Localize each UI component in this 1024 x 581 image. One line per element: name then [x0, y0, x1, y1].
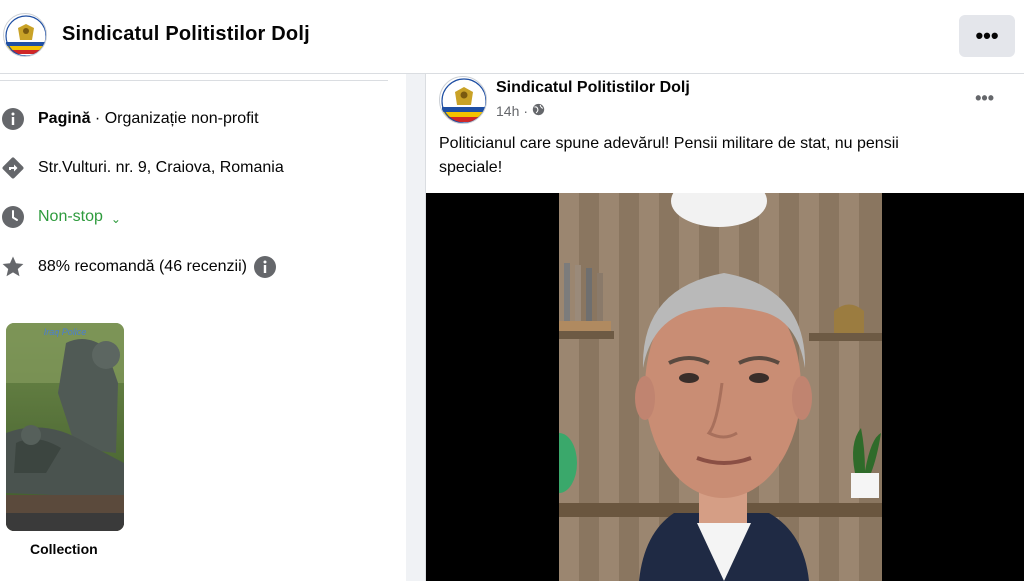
post-author-name[interactable]: Sindicatul Politistilor Dolj	[496, 79, 690, 97]
collection-label[interactable]: Collection	[30, 541, 98, 557]
category-row: Pagină · Organizație non-profit	[0, 105, 259, 133]
post-timestamp[interactable]: 14h	[496, 103, 519, 119]
hours-row[interactable]: Non-stop ⌄	[0, 203, 121, 231]
rating-info-icon[interactable]	[253, 255, 277, 279]
union-emblem-icon	[441, 78, 486, 123]
post-text: Politicianul care spune adevărul! Pensii…	[439, 135, 899, 176]
post-card: Sindicatul Politistilor Dolj 14h · ••• P…	[425, 74, 1024, 581]
address-text: Str.Vulturi. nr. 9, Craiova, Romania	[38, 159, 284, 176]
rating-text: 88% recomandă (46 recenzii)	[38, 258, 247, 275]
intro-panel: Pagină · Organizație non-profit Str.Vult…	[0, 74, 406, 581]
category-type: Pagină	[38, 110, 91, 127]
union-emblem-icon	[5, 15, 46, 56]
post-more-button[interactable]: •••	[975, 88, 994, 109]
video-frame	[559, 193, 882, 581]
meta-separator: ·	[523, 103, 529, 119]
rating-row: 88% recomandă (46 recenzii)	[0, 253, 277, 281]
collection-thumb-caption: Iraq Police	[44, 327, 87, 337]
address-row[interactable]: Str.Vulturi. nr. 9, Craiova, Romania	[0, 154, 284, 182]
post-meta: 14h ·	[496, 103, 545, 119]
directions-icon	[0, 155, 26, 181]
page-logo[interactable]	[3, 13, 47, 57]
info-circle-icon	[0, 106, 26, 132]
post-video[interactable]	[426, 193, 1024, 581]
chevron-down-icon[interactable]: ⌄	[111, 212, 121, 226]
collection-thumbnail[interactable]: Iraq Police	[6, 323, 124, 531]
post-author-avatar[interactable]	[439, 76, 487, 124]
divider	[0, 80, 388, 81]
page-header: Sindicatul Politistilor Dolj •••	[0, 0, 1024, 74]
clock-icon	[0, 204, 26, 230]
category-label: · Organizație non-profit	[90, 110, 259, 127]
header-more-button[interactable]: •••	[959, 15, 1015, 57]
hours-text: Non-stop	[38, 208, 103, 225]
page-title: Sindicatul Politistilor Dolj	[62, 23, 310, 45]
star-icon	[0, 254, 26, 280]
globe-icon	[532, 103, 545, 119]
video-still-image	[559, 193, 882, 581]
